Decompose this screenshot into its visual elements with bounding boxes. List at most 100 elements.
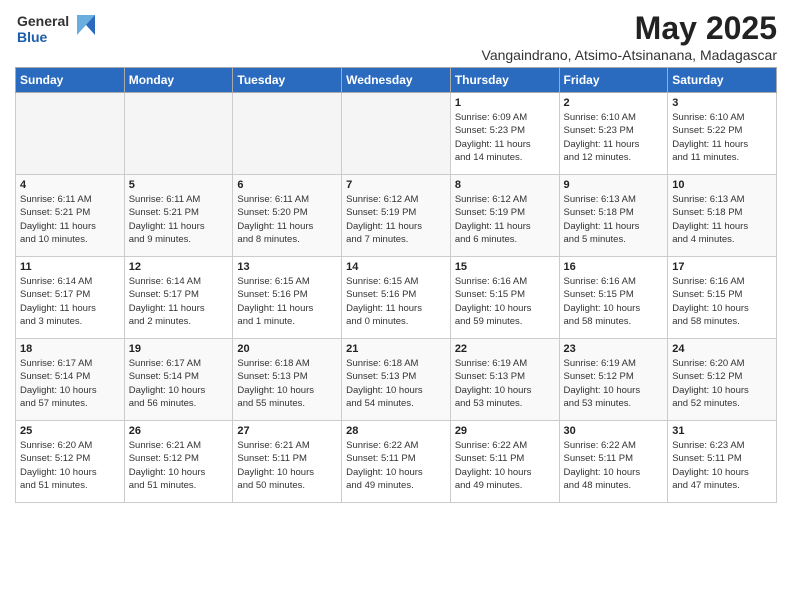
day-number: 1 [455,97,555,109]
table-row: 27Sunrise: 6:21 AMSunset: 5:11 PMDayligh… [233,421,342,503]
day-info: Sunrise: 6:16 AMSunset: 5:15 PMDaylight:… [455,275,555,328]
day-info: Sunrise: 6:09 AMSunset: 5:23 PMDaylight:… [455,111,555,164]
day-number: 2 [564,97,664,109]
day-number: 23 [564,343,664,355]
day-number: 24 [672,343,772,355]
day-info: Sunrise: 6:19 AMSunset: 5:13 PMDaylight:… [455,357,555,410]
day-info: Sunrise: 6:23 AMSunset: 5:11 PMDaylight:… [672,439,772,492]
table-row: 17 Sunrise: 6:16 AMSunset: 5:15 PMDayligh… [668,257,777,339]
header-friday: Friday [559,68,668,93]
table-row: 21 Sunrise: 6:18 AMSunset: 5:13 PMDayligh… [342,339,451,421]
table-row [124,93,233,175]
table-row: 19 Sunrise: 6:17 AMSunset: 5:14 PMDayligh… [124,339,233,421]
main-title: May 2025 [482,10,777,47]
day-number: 7 [346,179,446,191]
day-info: Sunrise: 6:10 AMSunset: 5:23 PMDaylight:… [564,111,664,164]
page: General Blue May 2025 Vangaindrano, Atsi… [0,0,792,612]
day-info: Sunrise: 6:21 AMSunset: 5:11 PMDaylight:… [237,439,337,492]
day-number: 31 [672,425,772,437]
week-row-3: 18 Sunrise: 6:17 AMSunset: 5:14 PMDayligh… [16,339,777,421]
day-info: Sunrise: 6:14 AMSunset: 5:17 PMDaylight:… [20,275,120,328]
day-number: 30 [564,425,664,437]
table-row: 1 Sunrise: 6:09 AMSunset: 5:23 PMDaylight… [450,93,559,175]
day-number: 26 [129,425,229,437]
table-row: 15 Sunrise: 6:16 AMSunset: 5:15 PMDayligh… [450,257,559,339]
day-number: 14 [346,261,446,273]
day-info: Sunrise: 6:14 AMSunset: 5:17 PMDaylight:… [129,275,229,328]
table-row [16,93,125,175]
day-number: 20 [237,343,337,355]
day-number: 25 [20,425,120,437]
table-row: 28 Sunrise: 6:22 AMSunset: 5:11 PMDayligh… [342,421,451,503]
table-row: 3Sunrise: 6:10 AMSunset: 5:22 PMDaylight… [668,93,777,175]
subtitle: Vangaindrano, Atsimo-Atsinanana, Madagas… [482,47,777,63]
table-row: 12 Sunrise: 6:14 AMSunset: 5:17 PMDayligh… [124,257,233,339]
calendar-header-row: Sunday Monday Tuesday Wednesday Thursday… [16,68,777,93]
week-row-1: 4Sunrise: 6:11 AMSunset: 5:21 PMDaylight… [16,175,777,257]
table-row: 23 Sunrise: 6:19 AMSunset: 5:12 PMDayligh… [559,339,668,421]
day-info: Sunrise: 6:13 AMSunset: 5:18 PMDaylight:… [672,193,772,246]
day-info: Sunrise: 6:17 AMSunset: 5:14 PMDaylight:… [20,357,120,410]
day-number: 12 [129,261,229,273]
table-row: 9 Sunrise: 6:13 AMSunset: 5:18 PMDaylight… [559,175,668,257]
day-info: Sunrise: 6:18 AMSunset: 5:13 PMDaylight:… [237,357,337,410]
day-number: 6 [237,179,337,191]
day-info: Sunrise: 6:11 AMSunset: 5:21 PMDaylight:… [20,193,120,246]
header-saturday: Saturday [668,68,777,93]
table-row: 29 Sunrise: 6:22 AMSunset: 5:11 PMDayligh… [450,421,559,503]
day-info: Sunrise: 6:11 AMSunset: 5:20 PMDaylight:… [237,193,337,246]
day-number: 16 [564,261,664,273]
header-thursday: Thursday [450,68,559,93]
day-number: 3 [672,97,772,109]
table-row: 11 Sunrise: 6:14 AMSunset: 5:17 PMDayligh… [16,257,125,339]
day-number: 10 [672,179,772,191]
table-row: 20 Sunrise: 6:18 AMSunset: 5:13 PMDayligh… [233,339,342,421]
day-number: 22 [455,343,555,355]
day-info: Sunrise: 6:22 AMSunset: 5:11 PMDaylight:… [564,439,664,492]
day-number: 19 [129,343,229,355]
day-number: 11 [20,261,120,273]
day-info: Sunrise: 6:15 AMSunset: 5:16 PMDaylight:… [346,275,446,328]
day-info: Sunrise: 6:13 AMSunset: 5:18 PMDaylight:… [564,193,664,246]
day-info: Sunrise: 6:22 AMSunset: 5:11 PMDaylight:… [455,439,555,492]
calendar-table: Sunday Monday Tuesday Wednesday Thursday… [15,67,777,503]
week-row-2: 11 Sunrise: 6:14 AMSunset: 5:17 PMDayligh… [16,257,777,339]
day-info: Sunrise: 6:19 AMSunset: 5:12 PMDaylight:… [564,357,664,410]
table-row: 13Sunrise: 6:15 AMSunset: 5:16 PMDayligh… [233,257,342,339]
day-number: 29 [455,425,555,437]
table-row: 14 Sunrise: 6:15 AMSunset: 5:16 PMDayligh… [342,257,451,339]
table-row [233,93,342,175]
day-info: Sunrise: 6:16 AMSunset: 5:15 PMDaylight:… [672,275,772,328]
table-row: 5 Sunrise: 6:11 AMSunset: 5:21 PMDaylight… [124,175,233,257]
day-number: 15 [455,261,555,273]
table-row: 2 Sunrise: 6:10 AMSunset: 5:23 PMDaylight… [559,93,668,175]
day-number: 18 [20,343,120,355]
day-number: 21 [346,343,446,355]
table-row [342,93,451,175]
logo: General Blue [15,10,105,50]
header-sunday: Sunday [16,68,125,93]
table-row: 6 Sunrise: 6:11 AMSunset: 5:20 PMDaylight… [233,175,342,257]
table-row: 24Sunrise: 6:20 AMSunset: 5:12 PMDayligh… [668,339,777,421]
header-wednesday: Wednesday [342,68,451,93]
day-info: Sunrise: 6:18 AMSunset: 5:13 PMDaylight:… [346,357,446,410]
day-info: Sunrise: 6:17 AMSunset: 5:14 PMDaylight:… [129,357,229,410]
title-section: May 2025 Vangaindrano, Atsimo-Atsinanana… [482,10,777,63]
day-number: 9 [564,179,664,191]
day-info: Sunrise: 6:11 AMSunset: 5:21 PMDaylight:… [129,193,229,246]
week-row-4: 25 Sunrise: 6:20 AMSunset: 5:12 PMDayligh… [16,421,777,503]
header-monday: Monday [124,68,233,93]
day-number: 28 [346,425,446,437]
svg-text:Blue: Blue [17,29,48,45]
day-number: 17 [672,261,772,273]
day-info: Sunrise: 6:22 AMSunset: 5:11 PMDaylight:… [346,439,446,492]
table-row: 22 Sunrise: 6:19 AMSunset: 5:13 PMDayligh… [450,339,559,421]
table-row: 26Sunrise: 6:21 AMSunset: 5:12 PMDayligh… [124,421,233,503]
table-row: 31 Sunrise: 6:23 AMSunset: 5:11 PMDayligh… [668,421,777,503]
day-info: Sunrise: 6:20 AMSunset: 5:12 PMDaylight:… [20,439,120,492]
svg-text:General: General [17,13,69,29]
table-row: 16Sunrise: 6:16 AMSunset: 5:15 PMDayligh… [559,257,668,339]
day-number: 5 [129,179,229,191]
day-number: 13 [237,261,337,273]
week-row-0: 1 Sunrise: 6:09 AMSunset: 5:23 PMDaylight… [16,93,777,175]
